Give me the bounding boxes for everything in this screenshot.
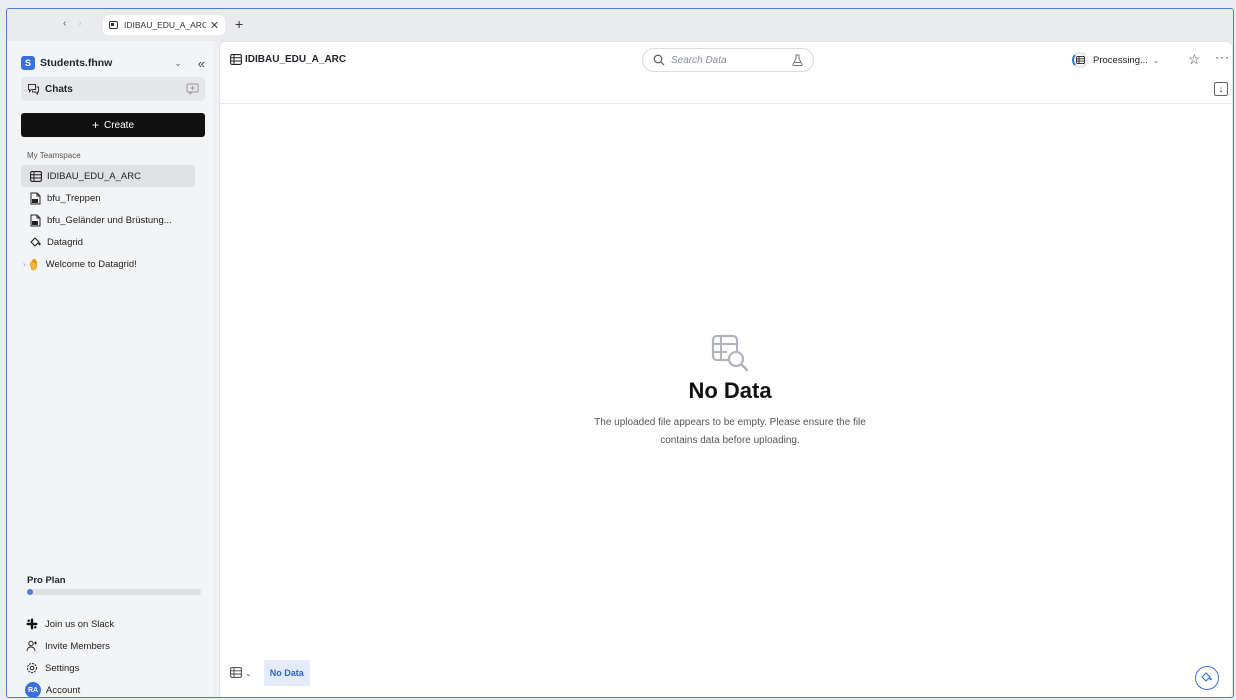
settings-link[interactable]: Settings: [25, 657, 205, 679]
join-slack-label: Join us on Slack: [45, 618, 115, 630]
back-arrow-icon[interactable]: ‹: [63, 18, 78, 29]
chats-nav-item[interactable]: Chats: [21, 77, 205, 101]
table-icon: [230, 54, 242, 65]
sidebar-item-bfu-treppen[interactable]: bfu_Treppen: [21, 187, 205, 209]
document-title-text: IDIBAU_EDU_A_ARC: [245, 54, 347, 65]
table-view-icon: [230, 666, 242, 680]
star-icon[interactable]: ☆: [1188, 51, 1201, 68]
plan-label: Pro Plan: [27, 575, 66, 586]
account-label: Account: [46, 684, 81, 696]
sidebar-item-bfu-gelaender[interactable]: bfu_Geländer und Brüstung...: [21, 209, 205, 231]
wave-hand-icon: [28, 257, 42, 271]
download-icon[interactable]: ↓: [1214, 82, 1228, 96]
new-chat-icon[interactable]: [186, 83, 199, 95]
search-input[interactable]: Search Data: [642, 48, 814, 72]
sidebar-item-welcome[interactable]: › Welcome to Datagrid!: [21, 253, 205, 275]
search-icon: [653, 54, 665, 66]
chevron-down-icon: ⌄: [1152, 55, 1160, 65]
sidebar-item-label: Welcome to Datagrid!: [45, 258, 137, 270]
chevron-down-icon: ⌄: [245, 668, 252, 678]
join-slack-link[interactable]: Join us on Slack: [25, 613, 205, 635]
sidebar-item-label: bfu_Treppen: [47, 192, 101, 204]
sidebar-item-label: bfu_Geländer und Brüstung...: [47, 214, 172, 226]
plus-icon: +: [91, 118, 99, 132]
workspace-switcher[interactable]: S Students.fhnw ⌄ «: [21, 54, 205, 72]
teamspace-section-label: My Teamspace: [27, 151, 81, 160]
sidebar: S Students.fhnw ⌄ « Chats + Create My Te…: [7, 41, 213, 697]
collapse-sidebar-icon[interactable]: «: [198, 56, 205, 71]
tab-title: IDIBAU_EDU_A_ARC: [124, 20, 206, 30]
tab-close-icon[interactable]: ✕: [210, 19, 219, 32]
plan-usage-bar: [27, 589, 201, 595]
sidebar-item-label: Datagrid: [47, 236, 83, 248]
browser-tab-bar: ‹› IDIBAU_EDU_A_ARC ✕ +: [7, 9, 1233, 41]
invite-members-link[interactable]: Invite Members: [25, 635, 205, 657]
sheet-tab-no-data[interactable]: No Data: [263, 660, 310, 686]
gear-icon: [25, 661, 39, 675]
settings-label: Settings: [45, 662, 80, 674]
main-panel: IDIBAU_EDU_A_ARC Search Data Processing.…: [219, 41, 1233, 697]
empty-state-message-line: The uploaded file appears to be empty. P…: [594, 417, 866, 428]
create-button-label: Create: [104, 119, 135, 131]
datagrid-assistant-button[interactable]: [1195, 666, 1219, 690]
more-options-icon[interactable]: ···: [1215, 50, 1230, 64]
invite-members-label: Invite Members: [45, 640, 110, 652]
document-title: IDIBAU_EDU_A_ARC: [230, 54, 346, 65]
workspace-name: Students.fhnw: [40, 57, 113, 69]
empty-state-message: The uploaded file appears to be empty. P…: [520, 414, 940, 450]
main-header: IDIBAU_EDU_A_ARC Search Data Processing.…: [220, 42, 1232, 104]
chevron-down-icon[interactable]: ⌄: [174, 58, 182, 69]
plan-usage-fill: [27, 589, 34, 595]
sidebar-item-datagrid[interactable]: Datagrid: [21, 231, 205, 253]
avatar: RA: [25, 682, 41, 697]
pdf-icon: [29, 191, 43, 205]
sidebar-item-idibau[interactable]: IDIBAU_EDU_A_ARC: [21, 165, 195, 187]
sidebar-item-label: IDIBAU_EDU_A_ARC: [47, 170, 141, 182]
empty-state-message-line: contains data before uploading.: [660, 435, 800, 446]
chats-icon: [27, 83, 40, 95]
view-switcher[interactable]: ⌄: [230, 666, 252, 680]
datagrid-logo-icon: [29, 235, 43, 249]
search-placeholder: Search Data: [671, 54, 727, 66]
table-search-icon: [520, 332, 940, 376]
sidebar-footer: Join us on Slack Invite Members Settings…: [25, 613, 205, 697]
empty-state-title: No Data: [688, 378, 772, 403]
app-window: ‹› IDIBAU_EDU_A_ARC ✕ + S Students.fhnw …: [6, 8, 1234, 698]
forward-arrow-icon[interactable]: ›: [78, 18, 93, 29]
new-tab-icon[interactable]: +: [235, 16, 243, 32]
pdf-icon: [29, 213, 43, 227]
create-button[interactable]: + Create: [21, 113, 205, 137]
processing-spinner-icon: [1072, 52, 1088, 68]
slack-icon: [25, 617, 39, 631]
add-person-icon: [25, 639, 39, 653]
table-icon: [29, 169, 43, 183]
tab-favicon-icon: [109, 21, 118, 29]
empty-state: No Data The uploaded file appears to be …: [520, 332, 940, 450]
chevron-right-icon[interactable]: ›: [23, 260, 26, 269]
datagrid-logo-icon: [1200, 671, 1214, 686]
browser-tab[interactable]: IDIBAU_EDU_A_ARC ✕: [103, 15, 225, 35]
chats-label: Chats: [45, 83, 73, 95]
history-navigation: ‹›: [63, 18, 94, 29]
account-link[interactable]: RA Account: [25, 679, 205, 697]
sheet-bar: ⌄ No Data: [230, 660, 310, 686]
workspace-badge: S: [21, 56, 35, 70]
teamspace-list: IDIBAU_EDU_A_ARC bfu_Treppen bfu_Gelände…: [21, 165, 205, 275]
processing-status-label: Processing...: [1093, 54, 1148, 66]
processing-status-dropdown[interactable]: Processing... ⌄: [1072, 52, 1160, 68]
flask-icon[interactable]: [792, 54, 803, 66]
